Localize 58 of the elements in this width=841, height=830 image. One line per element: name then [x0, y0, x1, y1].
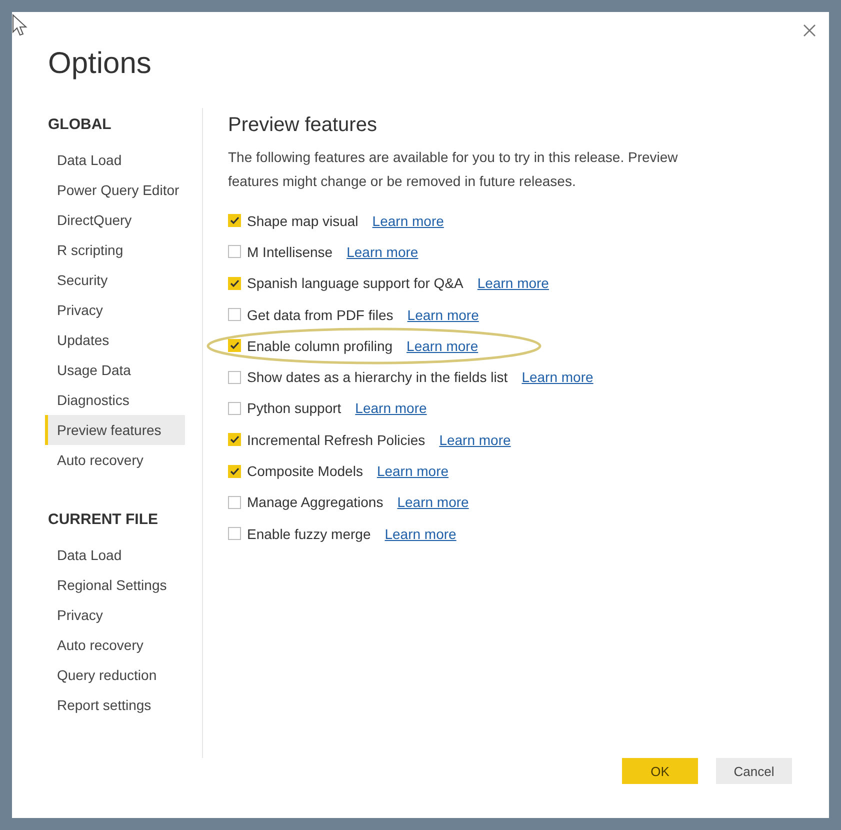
learn-more-link[interactable]: Learn more [346, 244, 418, 260]
checkbox[interactable] [228, 464, 241, 478]
checkbox[interactable] [228, 433, 241, 446]
feature-label: Shape map visual [247, 212, 358, 229]
feature-label: Show dates as a hierarchy in the fields list [247, 369, 508, 386]
learn-more-link[interactable]: Learn more [522, 369, 594, 386]
feature-label: Incremental Refresh Policies [247, 432, 426, 448]
learn-more-link[interactable]: Learn more [355, 400, 427, 416]
checkbox[interactable] [228, 245, 241, 258]
sidebar-item[interactable]: Data Load [45, 540, 185, 570]
checkbox[interactable] [228, 496, 241, 509]
learn-more-link[interactable]: Learn more [384, 526, 456, 542]
sidebar-item[interactable]: Security [45, 265, 185, 295]
section-title: Preview features [228, 114, 377, 137]
sidebar-item[interactable]: Data Load [45, 145, 185, 175]
checkbox[interactable] [228, 214, 241, 228]
learn-more-link[interactable]: Learn more [376, 463, 449, 480]
sidebar-item[interactable]: Regional Settings [45, 570, 185, 600]
sidebar-item[interactable]: Privacy [45, 295, 185, 325]
checkbox[interactable] [228, 402, 241, 415]
sidebar-item[interactable]: Power Query Editor [45, 175, 185, 205]
checkbox[interactable] [228, 308, 241, 322]
sidebar-item[interactable]: DirectQuery [45, 205, 185, 235]
cancel-button[interactable]: Cancel [716, 758, 792, 784]
sidebar-item[interactable]: Preview features [45, 415, 185, 445]
checkbox[interactable] [228, 527, 241, 540]
description-text: The following features are available for you to try in this release. Preview features might change or be removed in future releases. [228, 148, 679, 191]
window-title: Options [48, 46, 152, 82]
sidebar-item[interactable]: Report settings [45, 690, 185, 720]
learn-more-link[interactable]: Learn more [406, 338, 478, 354]
sidebar-item[interactable]: Privacy [45, 600, 185, 630]
sidebar-item[interactable]: Query reduction [45, 660, 185, 690]
learn-more-link[interactable]: Learn more [407, 306, 479, 323]
feature-label: M Intellisense [247, 244, 333, 260]
feature-label: Composite Models [247, 463, 363, 480]
sidebar-item[interactable]: Diagnostics [45, 385, 185, 415]
section-heading: GLOBAL [48, 116, 112, 133]
learn-more-link[interactable]: Learn more [372, 212, 444, 229]
feature-label: Enable fuzzy merge [247, 526, 371, 542]
sidebar-item[interactable]: Usage Data [45, 355, 185, 385]
checkbox[interactable] [228, 339, 241, 352]
checkbox[interactable] [228, 276, 241, 290]
feature-label: Enable column profiling [247, 338, 393, 354]
ok-button[interactable]: OK [622, 758, 698, 784]
feature-label: Spanish language support for Q&A [247, 275, 464, 292]
feature-label: Get data from PDF files [247, 306, 394, 323]
sidebar-item[interactable]: Auto recovery [45, 445, 185, 475]
learn-more-link[interactable]: Learn more [397, 494, 469, 510]
feature-label: Python support [247, 400, 342, 416]
section-heading: CURRENT FILE [48, 511, 158, 528]
sidebar-item[interactable]: Auto recovery [45, 630, 185, 660]
learn-more-link[interactable]: Learn more [477, 275, 549, 292]
learn-more-link[interactable]: Learn more [439, 432, 511, 448]
sidebar-item[interactable]: R scripting [45, 235, 185, 265]
feature-label: Manage Aggregations [247, 494, 384, 510]
checkbox[interactable] [228, 370, 241, 384]
close-icon [802, 24, 816, 36]
sidebar-item[interactable]: Updates [45, 325, 185, 355]
